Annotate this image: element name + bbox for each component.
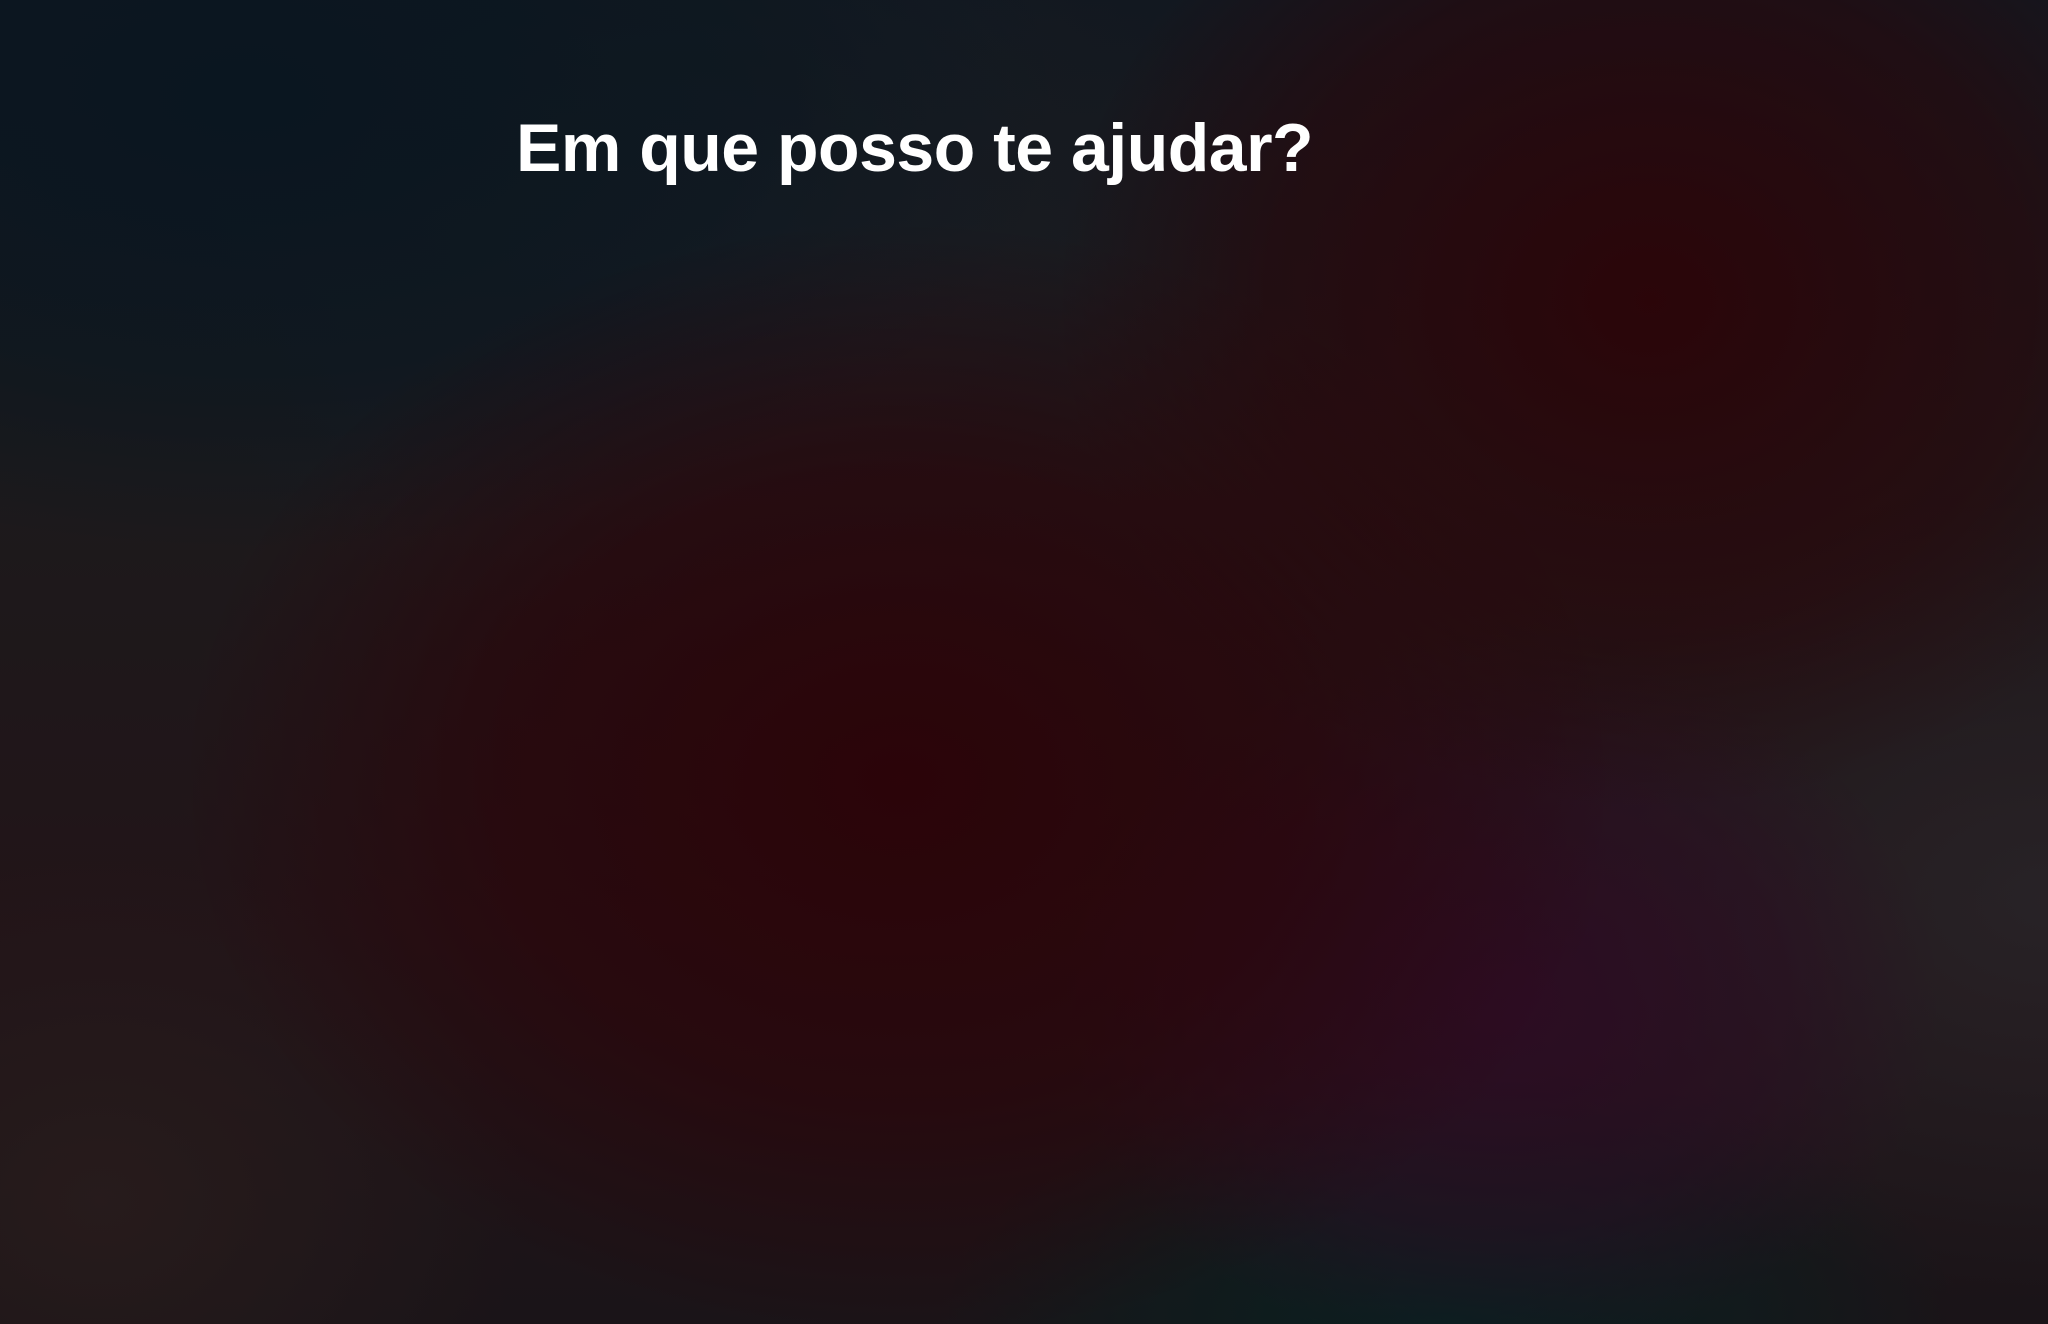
- siri-prompt-text: Em que posso te ajudar?: [516, 110, 1314, 186]
- siri-background: Em que posso te ajudar?: [0, 0, 2048, 1324]
